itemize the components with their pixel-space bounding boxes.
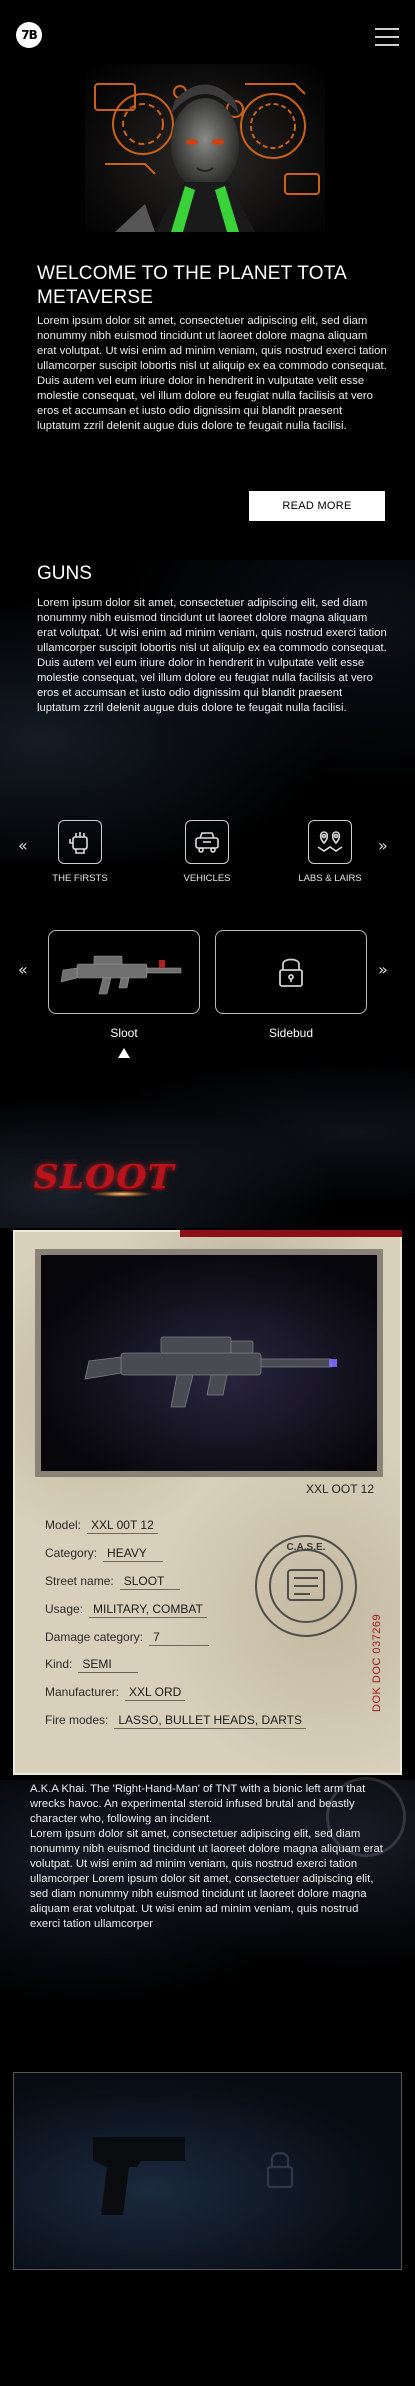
map-pins-icon xyxy=(308,820,352,864)
bio-body: Lorem ipsum dolor sit amet, consectetuer… xyxy=(30,1828,383,1930)
smoke-background xyxy=(0,1068,415,1228)
dossier-red-strip xyxy=(180,1230,402,1237)
weapon-card-sidebud[interactable] xyxy=(215,930,367,1014)
brand-logo[interactable]: 7B xyxy=(16,22,42,48)
weapon-label-sloot: Sloot xyxy=(110,1026,138,1040)
field-kind: Kind: SEMI xyxy=(45,1657,315,1673)
document-code: DOK DOC 037269 xyxy=(371,1613,383,1712)
selected-indicator-icon xyxy=(118,1048,130,1058)
weapon-label-sidebud: Sidebud xyxy=(268,1026,314,1040)
guns-title: GUNS xyxy=(37,563,92,584)
weapon-photo xyxy=(35,1249,383,1477)
photo-caption: XXL OOT 12 xyxy=(305,1482,374,1496)
read-more-button[interactable]: READ MORE xyxy=(249,491,385,521)
bio-intro: A.K.A Khai. The 'Right-Hand-Man' of TNT … xyxy=(30,1783,366,1825)
hero-body: Lorem ipsum dolor sit amet, consectetuer… xyxy=(37,315,387,432)
hamburger-icon[interactable] xyxy=(375,28,399,46)
category-labs-lairs[interactable]: LABS & LAIRS xyxy=(285,820,375,884)
category-label: VEHICLES xyxy=(183,873,231,884)
character-bio: A.K.A Khai. The 'Right-Hand-Man' of TNT … xyxy=(30,1782,390,1932)
next-category-arrow-icon[interactable]: » xyxy=(378,836,388,855)
logo-text: 7B xyxy=(21,28,37,42)
hero-image xyxy=(85,64,325,232)
hero-title: WELCOME TO THE PLANET TOTA METAVERSE xyxy=(37,263,346,308)
guns-body: Lorem ipsum dolor sit amet, consectetuer… xyxy=(37,597,387,714)
pistol-preview-card[interactable] xyxy=(13,2072,402,2270)
vehicle-icon xyxy=(185,820,229,864)
weapon-card-sloot[interactable] xyxy=(48,930,200,1014)
field-manufacturer: Manufacturer: XXL ORD xyxy=(45,1685,315,1701)
fist-icon xyxy=(58,820,102,864)
field-fire-modes: Fire modes: LASSO, BULLET HEADS, DARTS xyxy=(45,1713,335,1729)
case-stamp-icon: C.A.S.E. xyxy=(255,1535,357,1637)
svg-text:C.A.S.E.: C.A.S.E. xyxy=(287,1542,326,1553)
category-the-firsts[interactable]: THE FIRSTS xyxy=(35,820,125,884)
prev-weapon-arrow-icon[interactable]: « xyxy=(18,960,28,979)
cyborg-portrait-icon xyxy=(94,83,320,232)
category-label: THE FIRSTS xyxy=(52,873,108,884)
category-vehicles[interactable]: VEHICLES xyxy=(162,820,252,884)
rifle-icon xyxy=(60,955,182,995)
lock-icon xyxy=(266,2151,294,2189)
assault-rifle-icon xyxy=(84,1336,337,1408)
prev-category-arrow-icon[interactable]: « xyxy=(18,836,28,855)
category-label: LABS & LAIRS xyxy=(298,873,362,884)
pistol-icon xyxy=(93,2137,185,2215)
lens-flare xyxy=(92,1191,152,1197)
lock-icon xyxy=(279,958,303,987)
next-weapon-arrow-icon[interactable]: » xyxy=(378,960,388,979)
